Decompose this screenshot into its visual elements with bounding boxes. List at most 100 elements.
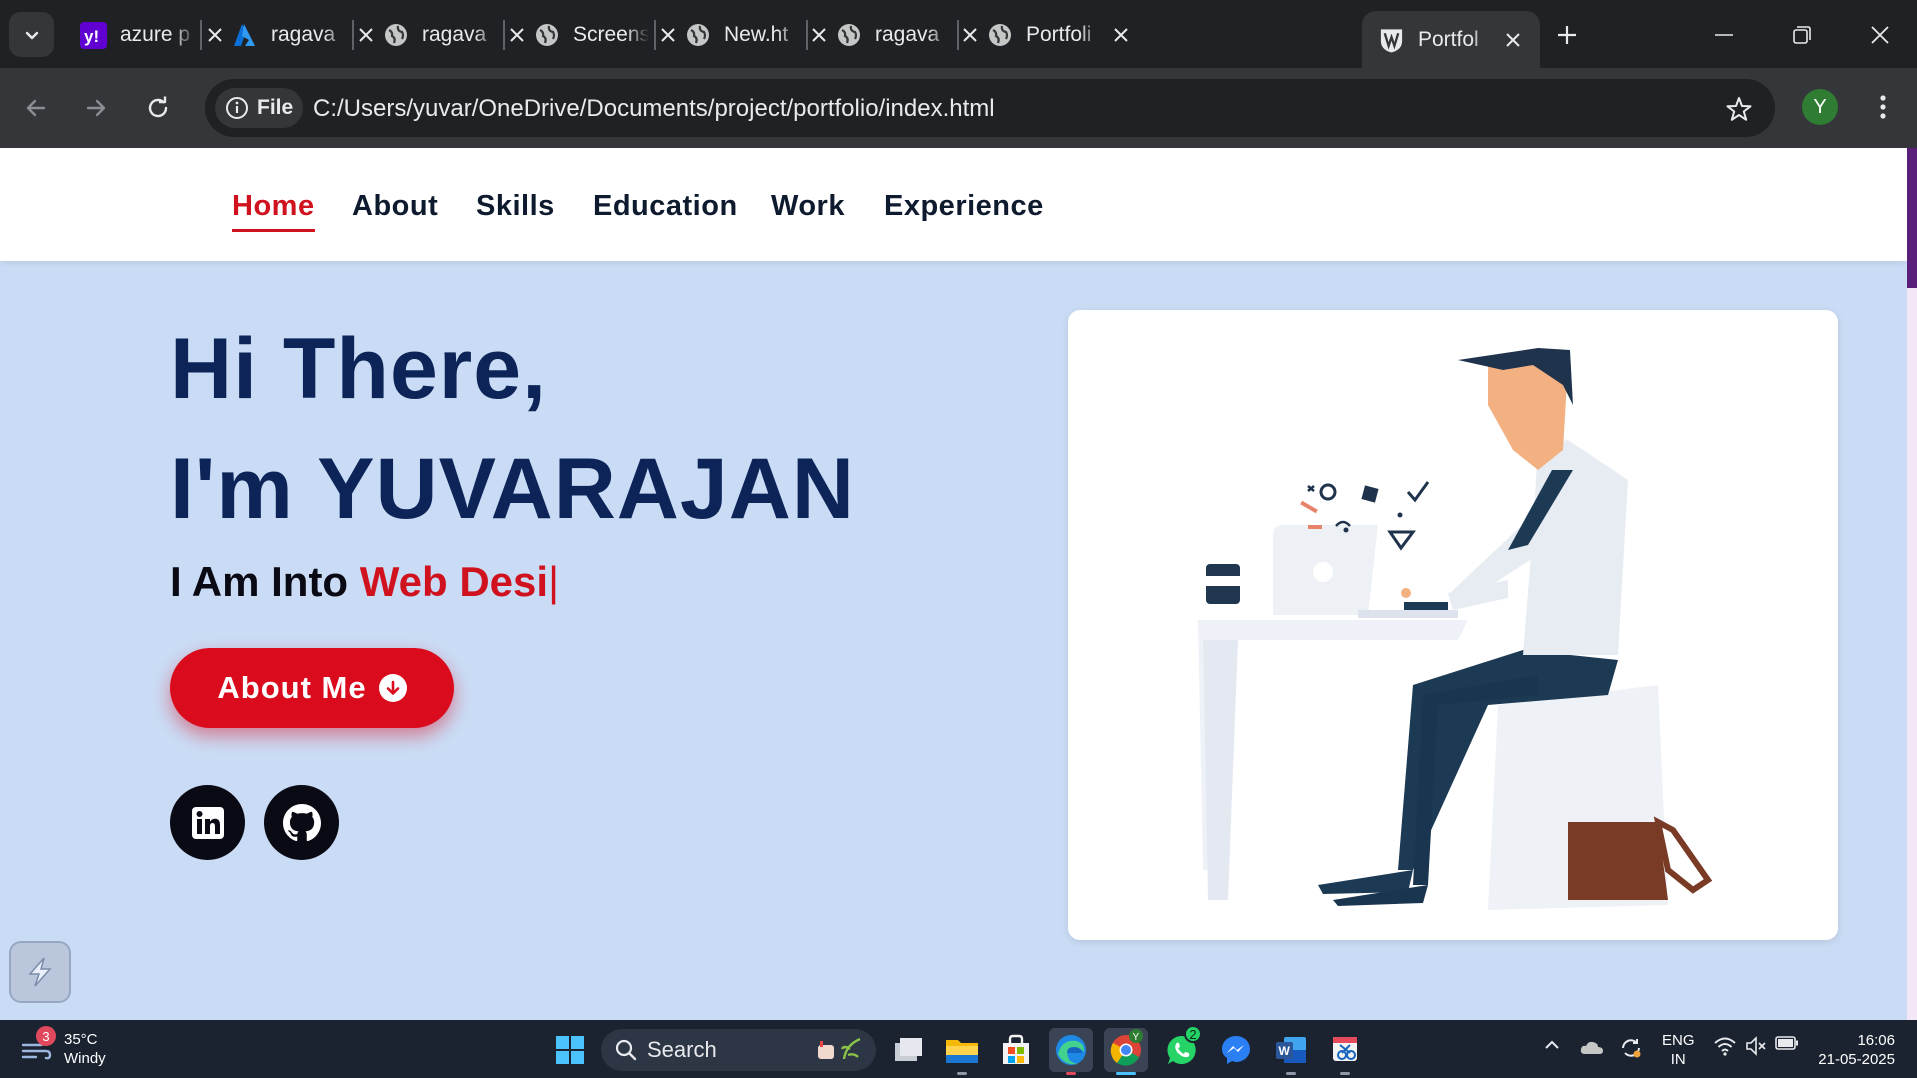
tab-title: Screens xyxy=(573,23,649,46)
browser-menu-button[interactable] xyxy=(1865,89,1901,125)
taskbar-app-store[interactable] xyxy=(994,1028,1038,1072)
site-info-label: File xyxy=(257,96,294,119)
wifi-icon xyxy=(1714,1037,1736,1056)
floating-widget-button[interactable] xyxy=(9,941,71,1003)
more-vert-icon xyxy=(1880,95,1886,119)
globe-icon xyxy=(835,22,862,49)
chevron-up-icon xyxy=(1545,1040,1559,1049)
messenger-icon xyxy=(1222,1036,1250,1064)
taskbar-search[interactable]: Search xyxy=(601,1029,876,1071)
tab-search-button[interactable] xyxy=(9,12,54,57)
battery-tray-icon[interactable] xyxy=(1773,1036,1801,1050)
tab-title: Portfol xyxy=(1418,27,1479,51)
new-tab-button[interactable] xyxy=(1549,17,1585,53)
nav-link-work[interactable]: Work xyxy=(771,190,845,223)
taskbar-app-whatsapp[interactable]: 2 xyxy=(1160,1025,1204,1072)
github-icon xyxy=(282,803,321,841)
close-icon[interactable] xyxy=(1500,27,1526,53)
tab-title: ragava xyxy=(875,23,940,46)
tab-title: ragava xyxy=(422,23,487,46)
system-clock[interactable]: 16:06 21-05-2025 xyxy=(1815,1031,1895,1069)
close-window-button[interactable] xyxy=(1848,10,1912,60)
file-explorer-icon xyxy=(946,1040,978,1063)
onedrive-icon xyxy=(1580,1041,1603,1054)
page-scrollbar[interactable] xyxy=(1907,148,1917,1020)
taskbar-app-explorer[interactable] xyxy=(940,1028,984,1075)
language-code: ENG xyxy=(1662,1032,1695,1049)
nav-link-education[interactable]: Education xyxy=(593,190,738,223)
site-navbar: Home About Skills Education Work Experie… xyxy=(0,148,1907,261)
globe-icon xyxy=(684,22,711,49)
taskbar-app-file-manager[interactable] xyxy=(886,1028,930,1072)
language-indicator[interactable]: ENG IN xyxy=(1662,1031,1695,1069)
clock-time: 16:06 xyxy=(1857,1032,1895,1049)
store-icon xyxy=(1003,1034,1029,1064)
battery-icon xyxy=(1775,1036,1798,1050)
running-indicator xyxy=(1066,1072,1076,1075)
bookmark-button[interactable] xyxy=(1723,93,1755,125)
profile-avatar[interactable]: Y xyxy=(1802,89,1838,125)
lightning-icon xyxy=(28,957,52,987)
sync-icon xyxy=(1622,1039,1641,1058)
globe-icon xyxy=(986,22,1013,49)
linkedin-link[interactable] xyxy=(170,785,245,860)
wifi-tray-icon[interactable] xyxy=(1712,1036,1738,1056)
restore-button[interactable] xyxy=(1770,10,1834,60)
volume-tray-icon[interactable] xyxy=(1743,1036,1769,1056)
weather-condition: Windy xyxy=(64,1050,106,1067)
about-me-label: About Me xyxy=(217,670,367,705)
nav-link-experience[interactable]: Experience xyxy=(884,190,1044,223)
developer-at-desk-illustration xyxy=(1198,348,1713,910)
page-viewport: Home About Skills Education Work Experie… xyxy=(0,148,1917,1020)
sync-tray-icon[interactable] xyxy=(1617,1036,1645,1060)
forward-button[interactable] xyxy=(75,87,117,129)
running-indicator xyxy=(1340,1072,1350,1075)
taskbar-app-word[interactable]: W xyxy=(1269,1028,1313,1075)
nav-link-about[interactable]: About xyxy=(352,190,438,223)
onedrive-tray-icon[interactable] xyxy=(1578,1036,1606,1058)
show-hidden-icons-button[interactable] xyxy=(1540,1036,1564,1054)
running-indicator xyxy=(1286,1072,1296,1075)
address-bar[interactable]: File C:/Users/yuvar/OneDrive/Documents/p… xyxy=(205,79,1775,137)
tab-divider xyxy=(654,20,656,50)
browser-tab-strip: y! azure p ragava ragava Screens New.ht … xyxy=(0,0,1917,68)
restore-icon xyxy=(1793,26,1811,44)
taskbar-app-messenger[interactable] xyxy=(1214,1028,1258,1072)
browser-tab-active[interactable]: Portfol xyxy=(1362,11,1540,68)
hero-subtitle-prefix: I Am Into xyxy=(170,558,360,605)
running-indicator-active xyxy=(1116,1072,1136,1075)
info-icon xyxy=(226,97,248,119)
browser-tab[interactable]: Portfoli xyxy=(970,14,1148,56)
back-button[interactable] xyxy=(15,87,57,129)
word-icon: W xyxy=(1276,1037,1306,1063)
nav-link-home[interactable]: Home xyxy=(232,190,315,232)
github-link[interactable] xyxy=(264,785,339,860)
language-region: IN xyxy=(1670,1051,1686,1068)
scrollbar-thumb[interactable] xyxy=(1907,148,1917,288)
arrow-right-icon xyxy=(86,99,106,117)
taskbar-app-chrome[interactable]: Y xyxy=(1104,1028,1148,1075)
file-manager-icon xyxy=(895,1038,922,1061)
url-text[interactable]: C:/Users/yuvar/OneDrive/Documents/projec… xyxy=(313,95,995,123)
whatsapp-badge: 2 xyxy=(1184,1025,1202,1043)
tab-divider xyxy=(957,20,959,50)
svg-text:y!: y! xyxy=(84,27,99,46)
taskbar-app-snipping-tool[interactable] xyxy=(1323,1028,1367,1075)
minimize-button[interactable] xyxy=(1692,10,1756,60)
weather-widget[interactable]: 3 35°C Windy xyxy=(20,1026,106,1068)
clock-date: 21-05-2025 xyxy=(1818,1051,1895,1068)
start-button[interactable] xyxy=(548,1028,592,1072)
tab-divider xyxy=(200,20,202,50)
volume-muted-icon xyxy=(1746,1036,1766,1056)
tab-title: ragava xyxy=(271,23,336,46)
globe-icon xyxy=(533,22,560,49)
nav-link-skills[interactable]: Skills xyxy=(476,190,555,223)
reload-button[interactable] xyxy=(137,87,179,129)
windows-taskbar: 3 35°C Windy Search Y 2 W ENG IN 16:06 2… xyxy=(0,1020,1917,1078)
taskbar-app-edge[interactable] xyxy=(1049,1028,1093,1075)
about-me-button[interactable]: About Me xyxy=(170,648,454,728)
site-info-chip[interactable]: File xyxy=(215,88,303,128)
minimize-icon xyxy=(1715,34,1733,36)
close-icon[interactable] xyxy=(1108,22,1134,48)
typing-cursor: | xyxy=(548,558,559,605)
